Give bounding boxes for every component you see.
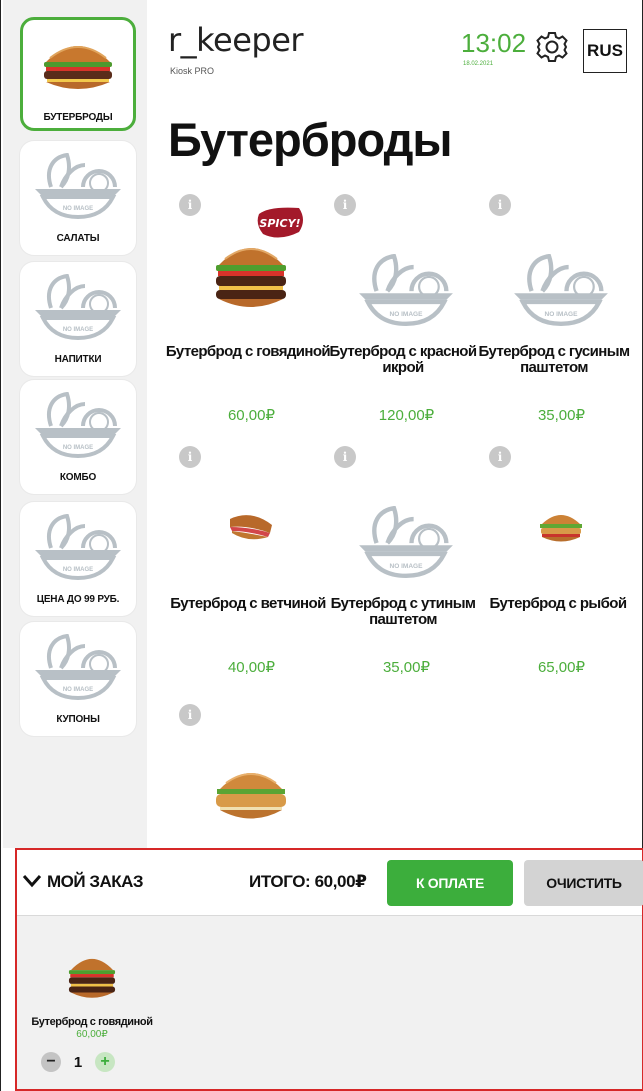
clock: 13:02 bbox=[461, 30, 526, 56]
category-label: ЦЕНА ДО 99 РУБ. bbox=[37, 594, 120, 605]
category-salads[interactable]: NO IMAGE САЛАТЫ bbox=[20, 141, 136, 255]
svg-text:NO IMAGE: NO IMAGE bbox=[63, 445, 93, 451]
date: 18.02.2021 bbox=[463, 61, 493, 67]
category-drinks[interactable]: NO IMAGE НАПИТКИ bbox=[20, 262, 136, 376]
svg-text:NO IMAGE: NO IMAGE bbox=[389, 311, 423, 318]
info-icon[interactable]: i bbox=[179, 446, 201, 468]
brand-logo: r_keeper bbox=[168, 24, 303, 56]
no-image-placeholder-icon: NO IMAGE bbox=[31, 272, 125, 342]
order-panel: МОЙ ЗАКАЗ ИТОГО: 60,00₽ К ОПЛАТЕ ОЧИСТИТ… bbox=[15, 848, 643, 1091]
category-label: НАПИТКИ bbox=[55, 354, 102, 365]
product-price: 40,00₽ bbox=[169, 658, 334, 676]
no-image-placeholder-icon: NO IMAGE bbox=[348, 240, 464, 340]
no-image-placeholder-icon: NO IMAGE bbox=[31, 512, 125, 582]
category-label: КОМБО bbox=[60, 472, 96, 483]
category-combo[interactable]: NO IMAGE КОМБО bbox=[20, 380, 136, 494]
product-name: Бутерброд с говядиной bbox=[163, 344, 333, 360]
product-card[interactable]: i NO IMAGE Бутерброд с красной икрой 120… bbox=[324, 194, 476, 442]
burger-icon bbox=[31, 30, 125, 100]
info-icon[interactable]: i bbox=[179, 704, 201, 726]
plus-icon[interactable]: + bbox=[95, 1052, 115, 1072]
product-price: 60,00₽ bbox=[169, 406, 334, 424]
svg-text:NO IMAGE: NO IMAGE bbox=[63, 206, 93, 212]
category-label: БУТЕРБРОДЫ bbox=[44, 112, 113, 123]
pay-button[interactable]: К ОПЛАТЕ bbox=[387, 860, 513, 906]
clear-button[interactable]: ОЧИСТИТЬ bbox=[524, 860, 643, 906]
svg-text:NO IMAGE: NO IMAGE bbox=[389, 563, 423, 570]
category-under-99[interactable]: NO IMAGE ЦЕНА ДО 99 РУБ. bbox=[20, 502, 136, 616]
product-name: Бутерброд с рыбой bbox=[473, 596, 643, 612]
category-sandwiches[interactable]: БУТЕРБРОДЫ bbox=[20, 17, 136, 131]
category-sidebar: БУТЕРБРОДЫ NO IMAGE САЛАТЫ bbox=[3, 0, 147, 848]
order-item-name: Бутерброд с говядиной bbox=[17, 1016, 167, 1028]
order-total: ИТОГО: 60,00₽ bbox=[249, 872, 367, 892]
product-price: 65,00₽ bbox=[479, 658, 643, 676]
ham-sandwich-image bbox=[201, 476, 301, 576]
product-card[interactable]: i NO IMAGE Бутерброд с гусиным паштетом … bbox=[479, 194, 631, 442]
product-card[interactable]: i Бутерброд с ветчиной 40,00₽ bbox=[169, 446, 321, 694]
svg-text:NO IMAGE: NO IMAGE bbox=[63, 567, 93, 573]
product-price: 120,00₽ bbox=[324, 406, 489, 424]
language-button[interactable]: RUS bbox=[583, 29, 627, 73]
chicken-burger-image bbox=[201, 744, 301, 844]
order-item: Бутерброд с говядиной 60,00₽ bbox=[17, 948, 167, 1040]
product-card[interactable]: i SPICY! Бутерброд с говядиной 60,00₽ bbox=[169, 194, 321, 442]
svg-text:NO IMAGE: NO IMAGE bbox=[63, 327, 93, 333]
info-icon[interactable]: i bbox=[334, 194, 356, 216]
product-card[interactable]: i NO IMAGE Бутерброд с утиным паштетом 3… bbox=[324, 446, 476, 694]
no-image-placeholder-icon: NO IMAGE bbox=[31, 390, 125, 460]
quantity-value: 1 bbox=[61, 1054, 95, 1071]
order-title[interactable]: МОЙ ЗАКАЗ bbox=[47, 872, 143, 892]
no-image-placeholder-icon: NO IMAGE bbox=[31, 151, 125, 221]
order-header: МОЙ ЗАКАЗ ИТОГО: 60,00₽ К ОПЛАТЕ ОЧИСТИТ… bbox=[17, 850, 642, 916]
order-item-price: 60,00₽ bbox=[17, 1029, 167, 1040]
beef-burger-image bbox=[62, 948, 122, 1004]
fish-burger-image bbox=[511, 476, 611, 576]
product-price: 35,00₽ bbox=[324, 658, 489, 676]
info-icon[interactable]: i bbox=[334, 446, 356, 468]
product-price: 35,00₽ bbox=[479, 406, 643, 424]
category-coupons[interactable]: NO IMAGE КУПОНЫ bbox=[20, 622, 136, 736]
minus-icon[interactable]: − bbox=[41, 1052, 61, 1072]
product-name: Бутерброд с ветчиной bbox=[163, 596, 333, 612]
category-label: КУПОНЫ bbox=[56, 714, 99, 725]
brand-subtitle: Kiosk PRO bbox=[170, 66, 214, 76]
no-image-placeholder-icon: NO IMAGE bbox=[348, 492, 464, 592]
svg-text:NO IMAGE: NO IMAGE bbox=[63, 687, 93, 693]
info-icon[interactable]: i bbox=[179, 194, 201, 216]
category-label: САЛАТЫ bbox=[57, 233, 100, 244]
info-icon[interactable]: i bbox=[489, 446, 511, 468]
product-name: Бутерброд с красной икрой bbox=[318, 344, 488, 376]
product-card[interactable]: i bbox=[169, 704, 321, 848]
product-name: Бутерброд с утиным паштетом bbox=[318, 596, 488, 628]
product-name: Бутерброд с гусиным паштетом bbox=[469, 344, 639, 376]
svg-text:NO IMAGE: NO IMAGE bbox=[544, 311, 578, 318]
settings-gear-icon[interactable] bbox=[535, 30, 569, 64]
quantity-stepper: − 1 + bbox=[41, 1052, 115, 1072]
kiosk-window: БУТЕРБРОДЫ NO IMAGE САЛАТЫ bbox=[0, 0, 643, 1091]
no-image-placeholder-icon: NO IMAGE bbox=[31, 632, 125, 702]
chevron-down-icon[interactable] bbox=[21, 872, 43, 890]
spicy-badge-text: SPICY! bbox=[259, 217, 300, 230]
page-title: Бутерброды bbox=[168, 112, 452, 167]
product-card[interactable]: i Бутерброд с рыбой 65,00₽ bbox=[479, 446, 631, 694]
no-image-placeholder-icon: NO IMAGE bbox=[503, 240, 619, 340]
spicy-badge-icon: SPICY! bbox=[255, 206, 305, 240]
info-icon[interactable]: i bbox=[489, 194, 511, 216]
